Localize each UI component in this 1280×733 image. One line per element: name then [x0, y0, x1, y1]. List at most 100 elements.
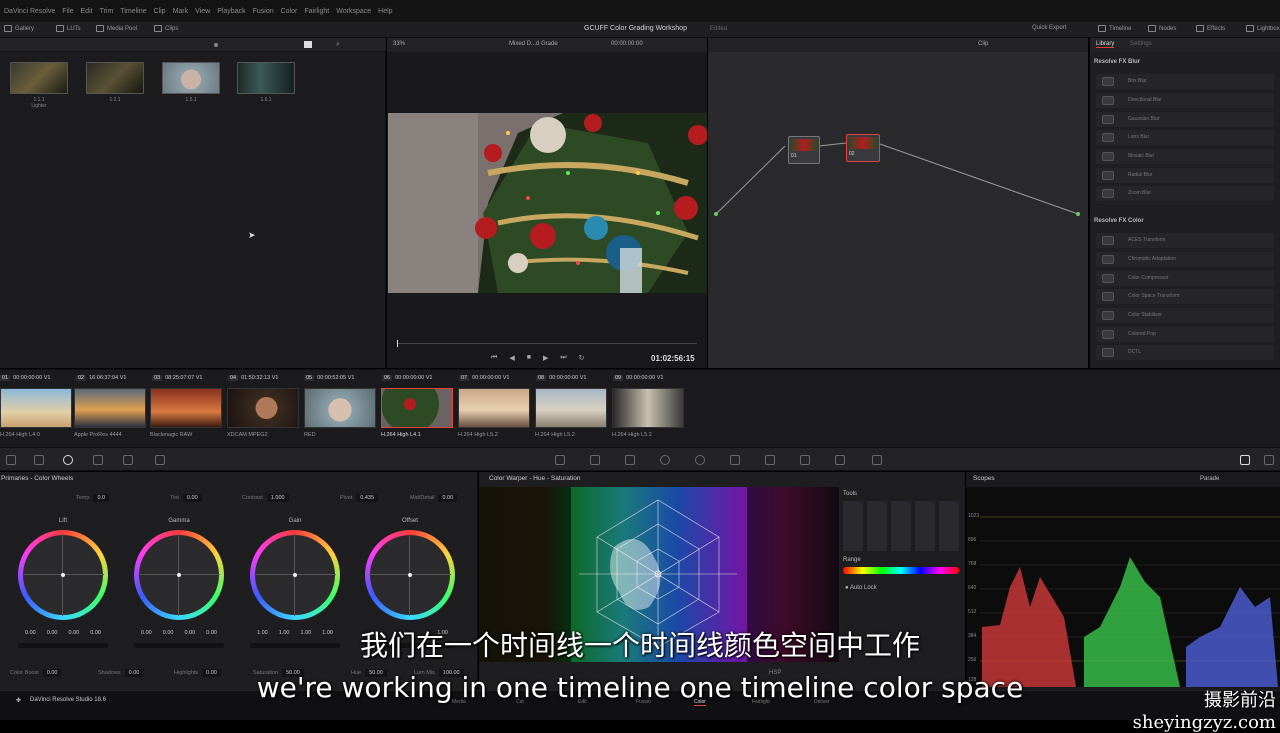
- clip-thumbnail[interactable]: [612, 388, 684, 428]
- pivot-value[interactable]: 0.435: [356, 494, 378, 502]
- warper-tool-buttons[interactable]: [843, 501, 961, 551]
- offset-wheel[interactable]: [365, 530, 455, 620]
- menu-trim[interactable]: Trim: [100, 8, 114, 15]
- loop-icon[interactable]: ↻: [579, 354, 585, 362]
- fx-colored-pop[interactable]: Colored Pop: [1096, 327, 1274, 342]
- effects-button[interactable]: Effects: [1196, 25, 1225, 32]
- contrast-control[interactable]: Contrast 1.000: [242, 494, 289, 502]
- tracker-icon[interactable]: [695, 455, 705, 465]
- blur-icon[interactable]: [765, 455, 775, 465]
- clip-thumbnail[interactable]: [150, 388, 222, 428]
- clip-thumbnail[interactable]: [458, 388, 530, 428]
- fx-chromatic-adaptation[interactable]: Chromatic Adaptation: [1096, 252, 1274, 267]
- gain-wheel[interactable]: [250, 530, 340, 620]
- scrubber-track[interactable]: [397, 343, 697, 344]
- color-section-header[interactable]: Resolve FX Color: [1094, 218, 1144, 224]
- fx-box-blur[interactable]: Box Blur: [1096, 74, 1274, 89]
- rgb-mixer-icon[interactable]: [123, 455, 133, 465]
- curves-icon[interactable]: [555, 455, 565, 465]
- menu-mark[interactable]: Mark: [173, 8, 189, 15]
- key-icon[interactable]: [800, 455, 810, 465]
- tab-library[interactable]: Library: [1096, 41, 1115, 48]
- fx-mosaic-blur[interactable]: Mosaic Blur: [1096, 149, 1274, 164]
- range-slider[interactable]: [843, 567, 959, 574]
- scopes-toggle-icon[interactable]: [1240, 455, 1250, 465]
- clip-thumbnail[interactable]: [0, 388, 72, 428]
- menu-file[interactable]: File: [62, 8, 73, 15]
- fx-color-space-transform[interactable]: Color Space Transform: [1096, 289, 1274, 304]
- camera-raw-icon[interactable]: [6, 455, 16, 465]
- luts-button[interactable]: LUTs: [56, 25, 81, 32]
- tint-control[interactable]: Tint 0.00: [170, 494, 202, 502]
- nodes-button[interactable]: Nodes: [1148, 25, 1176, 32]
- grid-view-icon[interactable]: [304, 41, 312, 48]
- media-pool-button[interactable]: Media Pool: [96, 25, 137, 32]
- motion-effects-icon[interactable]: [155, 455, 165, 465]
- tab-settings[interactable]: Settings: [1130, 41, 1152, 47]
- fx-color-compressor[interactable]: Color Compressor: [1096, 271, 1274, 286]
- window-icon[interactable]: [660, 455, 670, 465]
- hdr-icon[interactable]: [93, 455, 103, 465]
- clip-thumbnail[interactable]: [74, 388, 146, 428]
- color-wheels-icon[interactable]: [63, 455, 73, 465]
- qualifier-icon[interactable]: [625, 455, 635, 465]
- menu-workspace[interactable]: Workspace: [336, 8, 371, 15]
- magic-mask-icon[interactable]: [730, 455, 740, 465]
- menu-fairlight[interactable]: Fairlight: [304, 8, 329, 15]
- lift-wheel[interactable]: [18, 530, 108, 620]
- menu-help[interactable]: Help: [378, 8, 392, 15]
- middetail-value[interactable]: 0.00: [438, 494, 458, 502]
- menu-color[interactable]: Color: [281, 8, 298, 15]
- gamma-wheel[interactable]: [134, 530, 224, 620]
- fx-color-stabilizer[interactable]: Color Stabilizer: [1096, 308, 1274, 323]
- menu-playback[interactable]: Playback: [217, 8, 245, 15]
- node-02[interactable]: 02: [846, 134, 880, 162]
- lightbox-button[interactable]: Lightbox: [1246, 25, 1280, 32]
- clips-button[interactable]: Clips: [154, 25, 178, 32]
- auto-lock-toggle[interactable]: ● Auto Lock: [845, 585, 877, 591]
- color-match-icon[interactable]: [34, 455, 44, 465]
- timeline-button[interactable]: Timeline: [1098, 25, 1131, 32]
- gallery-still[interactable]: [162, 62, 220, 94]
- scope-mode-select[interactable]: Parade: [1200, 476, 1219, 482]
- gallery-still[interactable]: [86, 62, 144, 94]
- clip-thumbnail-selected[interactable]: [381, 388, 453, 428]
- clip-thumbnail[interactable]: [535, 388, 607, 428]
- sizing-icon[interactable]: [835, 455, 845, 465]
- timeline-selector[interactable]: Mixed D...d Grade: [509, 41, 558, 47]
- menu-view[interactable]: View: [195, 8, 210, 15]
- fx-dctl[interactable]: DCTL: [1096, 345, 1274, 360]
- zoom-slider-handle[interactable]: [214, 43, 218, 47]
- reverse-play-icon[interactable]: ◀: [509, 354, 514, 362]
- tint-value[interactable]: 0.00: [182, 494, 202, 502]
- search-icon[interactable]: ⌕: [336, 41, 340, 49]
- clip-thumbnail[interactable]: [304, 388, 376, 428]
- temp-control[interactable]: Temp 0.0: [76, 494, 110, 502]
- go-to-end-icon[interactable]: ⏭: [560, 354, 566, 362]
- menu-fusion[interactable]: Fusion: [253, 8, 274, 15]
- gallery-still[interactable]: [237, 62, 295, 94]
- play-icon[interactable]: ▶: [543, 354, 548, 362]
- fx-gaussian-blur[interactable]: Gaussian Blur: [1096, 112, 1274, 127]
- 3d-icon[interactable]: [872, 455, 882, 465]
- menu-app[interactable]: DaVinci Resolve: [4, 8, 55, 15]
- gallery-still[interactable]: [10, 62, 68, 94]
- fx-aces-transform[interactable]: ACES Transform: [1096, 233, 1274, 248]
- fx-zoom-blur[interactable]: Zoom Blur: [1096, 186, 1274, 201]
- pivot-control[interactable]: Pivot 0.435: [340, 494, 378, 502]
- stop-icon[interactable]: ■: [527, 354, 531, 362]
- fx-directional-blur[interactable]: Directional Blur: [1096, 93, 1274, 108]
- contrast-value[interactable]: 1.000: [266, 494, 289, 502]
- playhead[interactable]: [397, 340, 398, 347]
- color-warper-icon[interactable]: [590, 455, 600, 465]
- go-to-start-icon[interactable]: ⏮: [491, 354, 497, 362]
- zoom-level[interactable]: 33%: [393, 41, 405, 47]
- gallery-button[interactable]: Gallery: [4, 25, 34, 32]
- blur-section-header[interactable]: Resolve FX Blur: [1094, 59, 1140, 65]
- fx-lens-blur[interactable]: Lens Blur: [1096, 130, 1274, 145]
- node-01[interactable]: 01: [788, 136, 820, 164]
- middetail-control[interactable]: Mid/Detail 0.00: [410, 494, 458, 502]
- quick-export-button[interactable]: Quick Export: [1032, 25, 1066, 31]
- temp-value[interactable]: 0.0: [93, 494, 110, 502]
- menu-clip[interactable]: Clip: [154, 8, 166, 15]
